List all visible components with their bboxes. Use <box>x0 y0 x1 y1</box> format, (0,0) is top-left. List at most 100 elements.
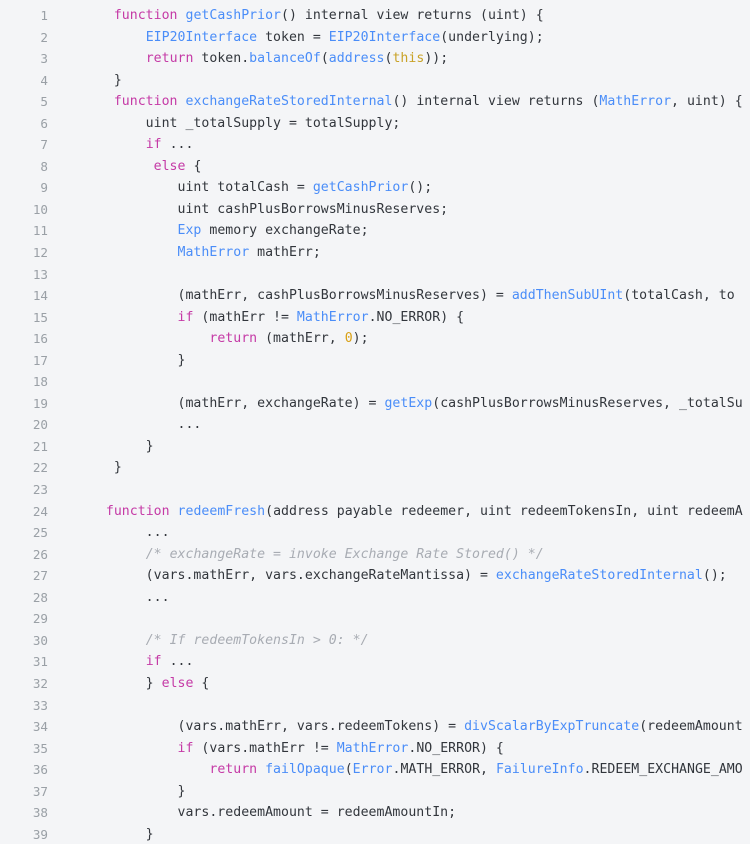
line-content[interactable]: } <box>48 824 154 844</box>
code-line[interactable]: 23 <box>0 479 750 501</box>
line-number: 2 <box>40 29 48 45</box>
code-line[interactable]: 21 } <box>0 436 750 458</box>
line-content[interactable]: (vars.mathErr, vars.redeemTokens) = divS… <box>48 716 743 738</box>
code-line[interactable]: 14 (mathErr, cashPlusBorrowsMinusReserve… <box>0 285 750 307</box>
code-line[interactable]: 35 if (vars.mathErr != MathError.NO_ERRO… <box>0 738 750 760</box>
line-content[interactable]: return failOpaque(Error.MATH_ERROR, Fail… <box>48 759 743 781</box>
code-line[interactable]: 36 return failOpaque(Error.MATH_ERROR, F… <box>0 759 750 781</box>
code-line[interactable]: 11 Exp memory exchangeRate; <box>0 220 750 242</box>
code-line[interactable]: 5 function exchangeRateStoredInternal() … <box>0 91 750 113</box>
line-content[interactable]: if (mathErr != MathError.NO_ERROR) { <box>48 307 465 329</box>
line-content[interactable]: ... <box>48 587 170 609</box>
code-line[interactable]: 10 uint cashPlusBorrowsMinusReserves; <box>0 199 750 221</box>
line-content[interactable]: ... <box>48 522 170 544</box>
code-line[interactable]: 15 if (mathErr != MathError.NO_ERROR) { <box>0 307 750 329</box>
code-line[interactable]: 16 return (mathErr, 0); <box>0 328 750 350</box>
code-line[interactable]: 30 /* If redeemTokensIn > 0: */ <box>0 630 750 652</box>
line-number: 21 <box>32 438 48 454</box>
code-line[interactable]: 25 ... <box>0 522 750 544</box>
code-token-plain: (mathErr, <box>257 331 345 347</box>
code-line[interactable]: 13 <box>0 264 750 286</box>
code-snippet-viewer[interactable]: 1 function getCashPrior() internal view … <box>0 0 750 844</box>
line-content[interactable]: (mathErr, cashPlusBorrowsMinusReserves) … <box>48 285 735 307</box>
code-line[interactable]: 3 return token.balanceOf(address(this)); <box>0 48 750 70</box>
code-line[interactable]: 29 <box>0 608 750 630</box>
code-line[interactable]: 2 EIP20Interface token = EIP20Interface(… <box>0 27 750 49</box>
code-token-type: Exp <box>177 223 202 239</box>
line-content[interactable]: if (vars.mathErr != MathError.NO_ERROR) … <box>48 738 504 760</box>
code-line[interactable]: 32 } else { <box>0 673 750 695</box>
code-line[interactable]: 12 MathError mathErr; <box>0 242 750 264</box>
line-number: 29 <box>32 611 48 627</box>
code-line[interactable]: 6 uint _totalSupply = totalSupply; <box>0 113 750 135</box>
line-number: 24 <box>32 503 48 519</box>
line-content[interactable]: } else { <box>48 673 210 695</box>
code-line[interactable]: 28 ... <box>0 587 750 609</box>
line-content[interactable]: (vars.mathErr, vars.exchangeRateMantissa… <box>48 565 727 587</box>
code-line[interactable]: 33 <box>0 695 750 717</box>
code-line[interactable]: 1 function getCashPrior() internal view … <box>0 5 750 27</box>
line-content[interactable]: if ... <box>48 134 194 156</box>
line-content[interactable]: function exchangeRateStoredInternal() in… <box>48 91 743 113</box>
line-number: 14 <box>32 288 48 304</box>
code-line[interactable]: 8 else { <box>0 156 750 178</box>
code-token-plain: ( <box>344 762 353 778</box>
code-line[interactable]: 17 } <box>0 350 750 372</box>
code-line[interactable]: 26 /* exchangeRate = invoke Exchange Rat… <box>0 544 750 566</box>
line-number: 20 <box>32 417 48 433</box>
line-content[interactable]: Exp memory exchangeRate; <box>48 220 369 242</box>
line-number: 5 <box>40 94 48 110</box>
line-content[interactable]: if ... <box>48 651 194 673</box>
line-content[interactable]: } <box>48 70 122 92</box>
code-line[interactable]: 24 function redeemFresh(address payable … <box>0 501 750 523</box>
line-content[interactable]: } <box>48 457 122 479</box>
line-content[interactable]: /* exchangeRate = invoke Exchange Rate S… <box>48 544 544 566</box>
code-token-plain: memory exchangeRate; <box>201 223 369 239</box>
code-token-fn: redeemFresh <box>177 503 266 519</box>
line-number: 35 <box>32 740 48 756</box>
code-token-plain: (mathErr, exchangeRate) = <box>82 395 385 411</box>
line-content[interactable]: else { <box>48 156 202 178</box>
code-line[interactable]: 31 if ... <box>0 651 750 673</box>
line-content[interactable]: /* If redeemTokensIn > 0: */ <box>48 630 369 652</box>
line-number: 22 <box>32 460 48 476</box>
line-content[interactable]: ... <box>48 414 202 436</box>
code-line[interactable]: 27 (vars.mathErr, vars.exchangeRateManti… <box>0 565 750 587</box>
line-content[interactable]: uint _totalSupply = totalSupply; <box>48 113 401 135</box>
line-number: 18 <box>32 374 48 390</box>
code-token-plain: (underlying); <box>440 29 544 45</box>
line-content[interactable]: function redeemFresh(address payable red… <box>48 501 743 523</box>
line-content[interactable]: (mathErr, exchangeRate) = getExp(cashPlu… <box>48 393 743 415</box>
line-content[interactable]: function getCashPrior() internal view re… <box>48 5 544 27</box>
code-token-fn: address <box>328 51 385 67</box>
line-content[interactable]: } <box>48 436 154 458</box>
code-line[interactable]: 9 uint totalCash = getCashPrior(); <box>0 177 750 199</box>
code-line[interactable]: 34 (vars.mathErr, vars.redeemTokens) = d… <box>0 716 750 738</box>
code-line[interactable]: 22 } <box>0 457 750 479</box>
code-line[interactable]: 18 <box>0 371 750 393</box>
code-token-plain: (vars.mathErr, vars.redeemTokens) = <box>82 719 465 735</box>
line-content[interactable]: uint totalCash = getCashPrior(); <box>48 177 433 199</box>
line-number: 23 <box>32 482 48 498</box>
code-line[interactable]: 39 } <box>0 824 750 844</box>
code-token-plain: (mathErr, cashPlusBorrowsMinusReserves) … <box>82 288 512 304</box>
line-number: 27 <box>32 568 48 584</box>
line-content[interactable]: EIP20Interface token = EIP20Interface(un… <box>48 27 544 49</box>
code-line[interactable]: 37 } <box>0 781 750 803</box>
code-token-plain: )); <box>424 51 449 67</box>
code-line[interactable]: 19 (mathErr, exchangeRate) = getExp(cash… <box>0 393 750 415</box>
code-line[interactable]: 4 } <box>0 70 750 92</box>
line-content[interactable]: return (mathErr, 0); <box>48 328 369 350</box>
line-content[interactable]: } <box>48 781 186 803</box>
line-content[interactable]: return token.balanceOf(address(this)); <box>48 48 448 70</box>
line-number: 9 <box>40 180 48 196</box>
line-content[interactable]: uint cashPlusBorrowsMinusReserves; <box>48 199 449 221</box>
line-content[interactable]: MathError mathErr; <box>48 242 321 264</box>
code-line[interactable]: 38 vars.redeemAmount = redeemAmountIn; <box>0 802 750 824</box>
line-content[interactable]: } <box>48 350 186 372</box>
code-line[interactable]: 7 if ... <box>0 134 750 156</box>
code-line[interactable]: 20 ... <box>0 414 750 436</box>
line-content[interactable]: vars.redeemAmount = redeemAmountIn; <box>48 802 457 824</box>
